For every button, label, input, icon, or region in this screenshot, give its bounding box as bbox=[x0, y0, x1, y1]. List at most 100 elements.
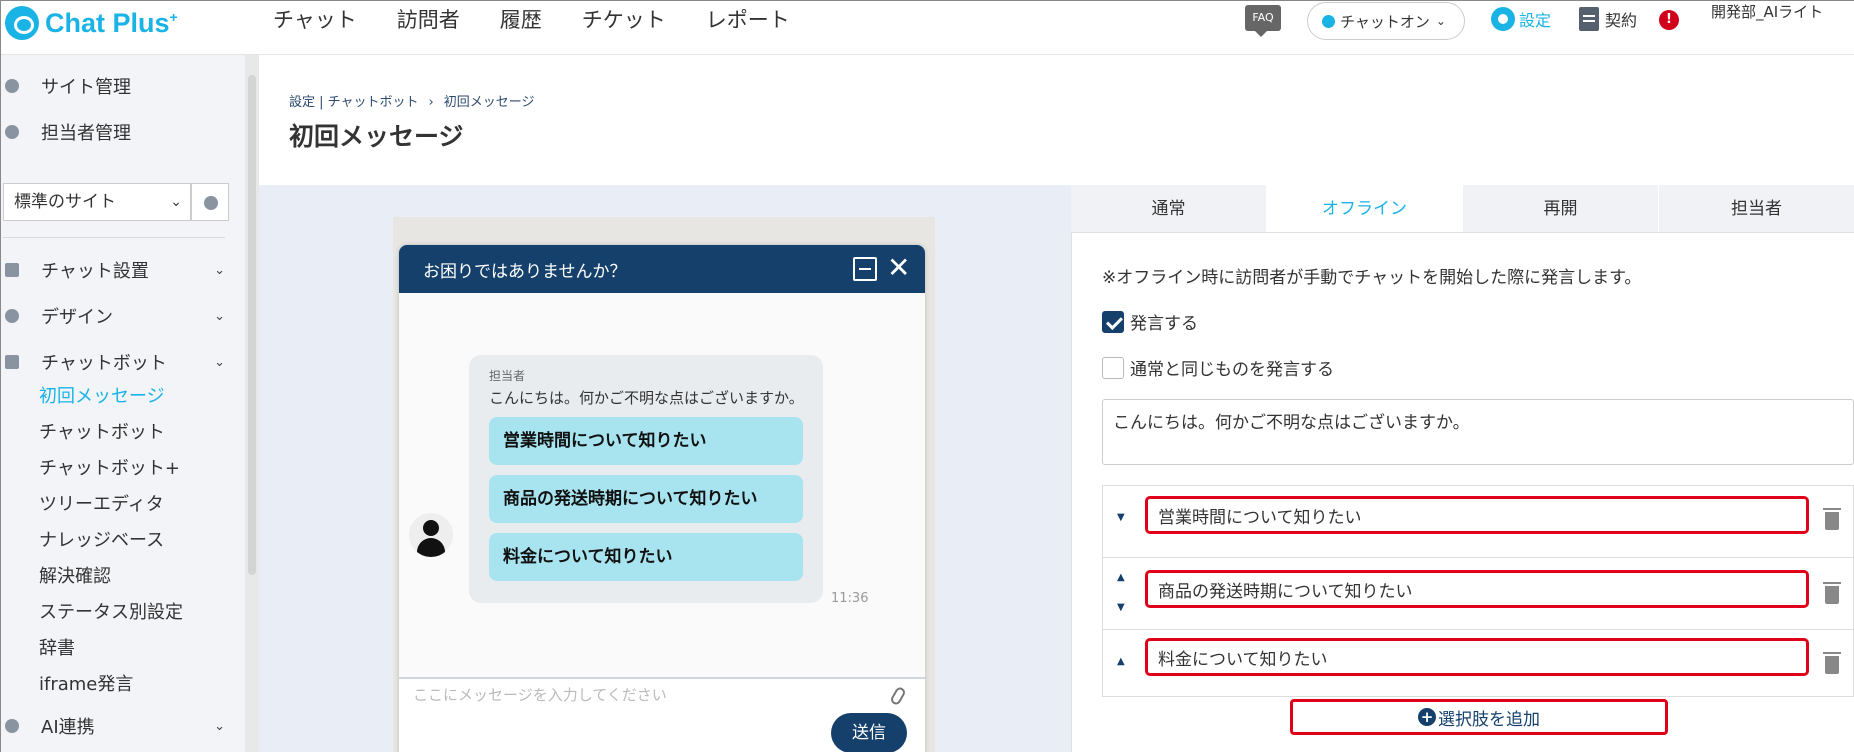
gear-icon bbox=[5, 79, 19, 93]
option-input-hours[interactable] bbox=[1145, 496, 1809, 534]
move-down-icon[interactable]: ▼ bbox=[1117, 602, 1125, 613]
close-icon[interactable]: ✕ bbox=[887, 251, 910, 285]
sidebar-item-ai[interactable]: AI連携 ⌄ bbox=[1, 711, 235, 741]
add-option-label: 選択肢を追加 bbox=[1438, 709, 1540, 730]
message-type-tabs: 通常 オフライン 再開 担当者 bbox=[1071, 185, 1854, 233]
nav-tickets[interactable]: チケット bbox=[582, 3, 666, 37]
message-sender: 担当者 bbox=[489, 369, 526, 383]
nav-chat[interactable]: チャット bbox=[273, 3, 357, 37]
sidebar-sub-knowledge-base[interactable]: ナレッジベース bbox=[39, 527, 164, 555]
sidebar-sub-resolution-check[interactable]: 解決確認 bbox=[39, 563, 111, 591]
trash-icon[interactable] bbox=[1823, 652, 1841, 674]
trash-icon[interactable] bbox=[1823, 582, 1841, 604]
option-input-shipping[interactable] bbox=[1145, 570, 1809, 608]
option-row: ▲ bbox=[1103, 630, 1853, 702]
sidebar-item-label: AI連携 bbox=[41, 717, 95, 738]
widget-header: お困りではありませんか？ ✕ bbox=[399, 245, 925, 293]
page-header: 設定 | チャットボット › 初回メッセージ 初回メッセージ bbox=[259, 55, 1854, 185]
gear-icon bbox=[1491, 7, 1515, 31]
message-text: こんにちは。何かご不明な点はございますか。 bbox=[489, 389, 804, 407]
option-list: ▼ ▲ ▼ ▲ bbox=[1102, 485, 1854, 697]
offline-settings-panel: ※オフライン時に訪問者が手動でチャットを開始した際に発言します。 発言する 通常… bbox=[1071, 233, 1854, 752]
chat-status-label: チャットオン bbox=[1340, 12, 1430, 31]
logo-text: Chat Plus+ bbox=[45, 7, 178, 38]
same-as-normal-checkbox[interactable] bbox=[1102, 356, 1124, 379]
site-settings-button[interactable] bbox=[191, 183, 229, 221]
scrollbar-thumb[interactable] bbox=[248, 75, 256, 575]
message-time: 11:36 bbox=[831, 591, 869, 606]
user-menu[interactable]: 開発部_AIライト bbox=[1711, 1, 1851, 23]
sidebar-item-chatbot[interactable]: チャットボット ⌄ bbox=[1, 347, 235, 377]
paperclip-icon[interactable] bbox=[889, 685, 907, 707]
faq-icon[interactable]: FAQ bbox=[1245, 5, 1281, 37]
sidebar: サイト管理 担当者管理 標準のサイト ⌄ チャット設置 ⌄ デザイン ⌄ チャッ… bbox=[1, 55, 245, 752]
same-as-normal-row[interactable]: 通常と同じものを発言する bbox=[1102, 355, 1334, 380]
users-icon bbox=[5, 125, 19, 139]
tab-resume[interactable]: 再開 bbox=[1463, 185, 1659, 232]
sidebar-item-chat-setup[interactable]: チャット設置 ⌄ bbox=[1, 255, 235, 285]
breadcrumb: 設定 | チャットボット › 初回メッセージ bbox=[289, 91, 534, 110]
move-up-icon[interactable]: ▲ bbox=[1117, 656, 1125, 667]
agent-avatar bbox=[409, 513, 453, 557]
sidebar-item-site-admin[interactable]: サイト管理 bbox=[1, 71, 235, 101]
breadcrumb-settings[interactable]: 設定 | チャットボット bbox=[289, 95, 419, 110]
settings-link[interactable]: 設定 bbox=[1491, 7, 1551, 31]
option-row: ▼ bbox=[1103, 486, 1853, 558]
option-button-shipping[interactable]: 商品の発送時期について知りたい bbox=[489, 475, 803, 523]
chat-status-dropdown[interactable]: チャットオン ⌄ bbox=[1307, 2, 1465, 40]
bot-message-bubble: 担当者 こんにちは。何かご不明な点はございますか。 営業時間について知りたい 商… bbox=[469, 355, 823, 603]
contract-link[interactable]: 契約 bbox=[1579, 7, 1637, 31]
tab-normal[interactable]: 通常 bbox=[1071, 185, 1267, 232]
move-down-icon[interactable]: ▼ bbox=[1117, 512, 1125, 523]
sidebar-item-label: 担当者管理 bbox=[41, 123, 131, 144]
option-input-price[interactable] bbox=[1145, 638, 1809, 676]
sidebar-item-label: サイト管理 bbox=[41, 77, 131, 98]
alert-icon[interactable]: ! bbox=[1659, 10, 1679, 30]
chevron-down-icon: ⌄ bbox=[214, 718, 225, 734]
chevron-down-icon: ⌄ bbox=[214, 354, 225, 370]
sidebar-scrollbar[interactable] bbox=[245, 55, 259, 752]
option-button-price[interactable]: 料金について知りたい bbox=[489, 533, 803, 581]
widget-title: お困りではありませんか？ bbox=[423, 261, 627, 282]
chevron-down-icon: ⌄ bbox=[214, 262, 225, 278]
offline-note: ※オフライン時に訪問者が手動でチャットを開始した際に発言します。 bbox=[1102, 268, 1642, 288]
chevron-down-icon: ⌄ bbox=[1435, 14, 1446, 28]
document-icon bbox=[1579, 7, 1599, 31]
message-input[interactable] bbox=[413, 683, 853, 707]
option-button-hours[interactable]: 営業時間について知りたい bbox=[489, 417, 803, 465]
breadcrumb-current[interactable]: 初回メッセージ bbox=[444, 95, 535, 110]
site-select[interactable]: 標準のサイト ⌄ bbox=[3, 183, 191, 221]
chatplus-logo[interactable]: Chat Plus+ bbox=[5, 3, 178, 43]
main-nav: チャット 訪問者 履歴 チケット レポート bbox=[273, 3, 830, 37]
sidebar-item-design[interactable]: デザイン ⌄ bbox=[1, 301, 235, 331]
tab-staff[interactable]: 担当者 bbox=[1659, 185, 1854, 232]
widget-messages: 担当者 こんにちは。何かご不明な点はございますか。 営業時間について知りたい 商… bbox=[399, 293, 925, 677]
speak-checkbox[interactable] bbox=[1102, 310, 1124, 333]
sidebar-item-label: デザイン bbox=[41, 307, 113, 328]
sidebar-sub-first-message[interactable]: 初回メッセージ bbox=[39, 383, 165, 411]
sidebar-sub-status-settings[interactable]: ステータス別設定 bbox=[39, 599, 183, 627]
sidebar-sub-iframe[interactable]: iframe発言 bbox=[39, 671, 133, 699]
nav-reports[interactable]: レポート bbox=[706, 3, 790, 37]
sidebar-item-staff-admin[interactable]: 担当者管理 bbox=[1, 117, 235, 147]
nav-visitors[interactable]: 訪問者 bbox=[397, 3, 460, 37]
message-textarea[interactable]: こんにちは。何かご不明な点はございますか。 bbox=[1102, 399, 1854, 465]
trash-icon[interactable] bbox=[1823, 508, 1841, 530]
add-option-button[interactable]: + 選択肢を追加 bbox=[1290, 699, 1668, 735]
sidebar-item-label: チャットボット bbox=[41, 353, 167, 374]
send-button[interactable]: 送信 bbox=[831, 713, 907, 752]
move-up-icon[interactable]: ▲ bbox=[1117, 572, 1125, 583]
sidebar-sub-chatbot[interactable]: チャットボット bbox=[39, 419, 165, 447]
nav-history[interactable]: 履歴 bbox=[500, 3, 542, 37]
sidebar-sub-tree-editor[interactable]: ツリーエディタ bbox=[39, 491, 164, 519]
speak-label: 発言する bbox=[1130, 314, 1198, 334]
minimize-icon[interactable] bbox=[853, 257, 877, 281]
tab-offline[interactable]: オフライン bbox=[1267, 185, 1463, 232]
sidebar-sub-chatbot-plus[interactable]: チャットボット+ bbox=[39, 455, 180, 483]
same-as-normal-label: 通常と同じものを発言する bbox=[1130, 360, 1334, 380]
settings-label: 設定 bbox=[1519, 11, 1552, 30]
bulb-icon bbox=[5, 719, 19, 733]
sidebar-sub-dictionary[interactable]: 辞書 bbox=[39, 635, 75, 663]
speak-checkbox-row[interactable]: 発言する bbox=[1102, 309, 1198, 334]
chat-bubble-icon bbox=[5, 6, 39, 40]
